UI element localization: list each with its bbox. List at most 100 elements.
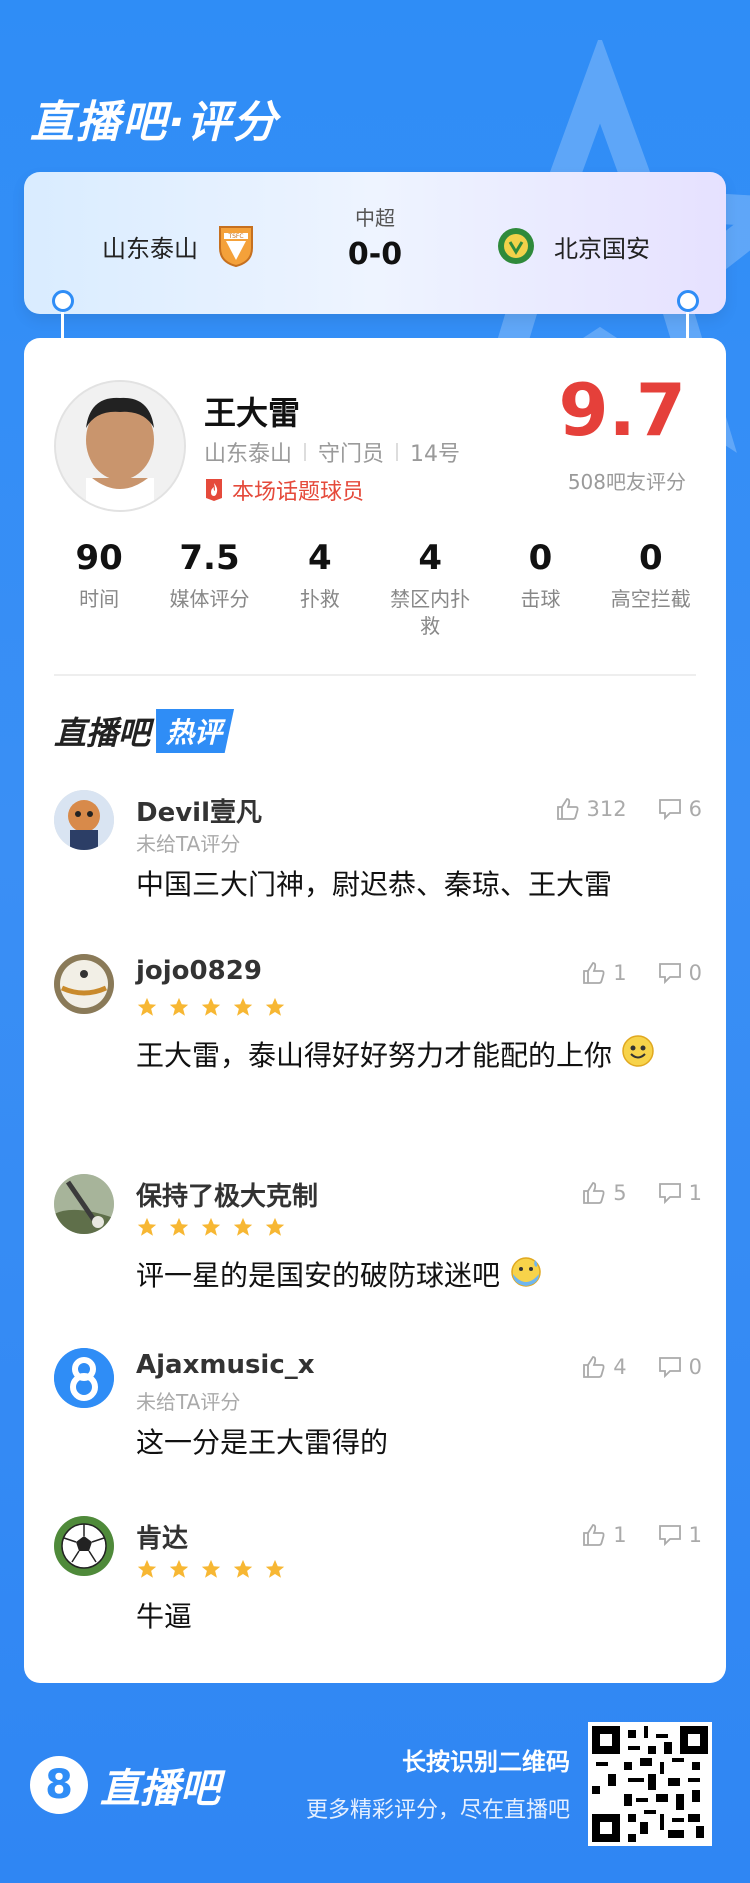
- rating-stars: [136, 996, 286, 1018]
- user-avatar[interactable]: [54, 954, 114, 1014]
- stat-saves: 4 扑救: [265, 538, 375, 640]
- connector-knob-right: [677, 290, 699, 312]
- comment-username[interactable]: Ajaxmusic_x: [136, 1350, 315, 1380]
- player-position: 守门员: [318, 442, 385, 467]
- hot-comments-title: 直播吧 热评: [54, 708, 235, 754]
- comment-username[interactable]: Devil壹凡: [136, 792, 262, 829]
- stat-value: 90: [75, 538, 123, 578]
- player-avatar[interactable]: [54, 380, 186, 512]
- star-icon: [233, 1559, 253, 1578]
- star-icon: [265, 1217, 285, 1236]
- star-icon: [169, 1217, 189, 1236]
- reply-count: 0: [688, 1355, 702, 1379]
- comment-text: 这一分是王大雷得的: [136, 1426, 389, 1459]
- score-area: 中超 0-0: [348, 202, 402, 272]
- star-icon: [201, 1559, 221, 1578]
- home-team[interactable]: 山东泰山 TSFC: [102, 224, 256, 268]
- user-avatar[interactable]: [54, 1174, 114, 1234]
- comment-item[interactable]: jojo0829 王大雷，泰山得好好努力才能配的上你 1 0: [54, 954, 702, 1134]
- stats-row: 90 时间 7.5 媒体评分 4 扑救 4 禁区内扑救 0 击球 0 高空拦截: [44, 538, 706, 640]
- reply-button[interactable]: 6: [657, 796, 702, 822]
- stat-punches: 0 击球: [485, 538, 595, 640]
- star-icon: [265, 1559, 285, 1578]
- stat-label: 扑救: [299, 587, 340, 611]
- player-team: 山东泰山: [204, 442, 293, 467]
- star-icon: [265, 997, 285, 1016]
- comment-icon: [658, 1183, 681, 1205]
- user-avatar[interactable]: [54, 1516, 114, 1576]
- like-button[interactable]: 4: [581, 1354, 627, 1380]
- comment-rating-status: 未给TA评分: [136, 1390, 241, 1414]
- thumbs-up-icon: [583, 1356, 605, 1378]
- comment-text: 王大雷，泰山得好好努力才能配的上你: [136, 1034, 696, 1080]
- reply-button[interactable]: 0: [657, 1354, 702, 1380]
- meta-divider: [396, 443, 399, 461]
- logo-mark-icon: 8: [30, 1756, 88, 1814]
- comment-text-content: 王大雷，泰山得好好努力才能配的上你: [136, 1039, 613, 1072]
- rating-stars: [136, 1216, 286, 1238]
- like-count: 1: [613, 961, 627, 985]
- user-avatar[interactable]: [54, 1348, 114, 1408]
- comment-item[interactable]: Devil壹凡 未给TA评分 中国三大门神，尉迟恭、秦琼、王大雷 312 6: [54, 790, 702, 930]
- app-logo[interactable]: 8 直播吧: [30, 1756, 220, 1814]
- section-divider: [54, 674, 696, 676]
- league-label: 中超: [354, 206, 395, 230]
- reply-count: 1: [688, 1523, 702, 1547]
- comment-actions: 4 0: [551, 1354, 702, 1380]
- player-rating: 9.7: [558, 368, 686, 452]
- sweat-emoji-icon: [509, 1254, 543, 1300]
- stat-value: 0: [528, 538, 553, 578]
- thumbs-up-icon: [583, 962, 605, 984]
- comment-username[interactable]: 保持了极大克制: [136, 1176, 318, 1213]
- footer: 8 直播吧 长按识别二维码 更多精彩评分，尽在直播吧: [0, 1700, 750, 1883]
- comment-username[interactable]: jojo0829: [136, 956, 262, 986]
- stat-value: 0: [638, 538, 663, 578]
- comment-username[interactable]: 肯达: [136, 1518, 188, 1555]
- comment-actions: 5 1: [551, 1180, 702, 1206]
- stat-label: 禁区内扑救: [390, 587, 471, 638]
- rating-card: 王大雷 山东泰山 守门员 14号 本场话题球员 9.7 508吧友评分 90 时间…: [24, 338, 726, 1683]
- thumbs-up-icon: [583, 1182, 605, 1204]
- qr-code[interactable]: [588, 1722, 712, 1846]
- reply-count: 0: [688, 961, 702, 985]
- comment-actions: 312 6: [525, 796, 702, 822]
- like-button[interactable]: 1: [581, 960, 627, 986]
- user-avatar[interactable]: [54, 790, 114, 850]
- comment-text: 评一星的是国安的破防球迷吧: [136, 1254, 696, 1300]
- reply-button[interactable]: 1: [657, 1522, 702, 1548]
- comment-actions: 1 0: [551, 960, 702, 986]
- like-button[interactable]: 1: [581, 1522, 627, 1548]
- thumbs-up-icon: [556, 798, 579, 820]
- logo-text: 直播吧: [100, 1766, 220, 1812]
- player-number: 14号: [410, 442, 461, 467]
- thumbs-up-icon: [583, 1524, 605, 1546]
- comment-item[interactable]: 肯达 牛逼 1 1: [54, 1516, 702, 1656]
- star-icon: [137, 1217, 157, 1236]
- comment-item[interactable]: 保持了极大克制 评一星的是国安的破防球迷吧 5 1: [54, 1174, 702, 1314]
- player-meta: 山东泰山 守门员 14号: [204, 436, 460, 468]
- rating-stars: [136, 1558, 286, 1580]
- stat-media-rating: 7.5 媒体评分: [154, 538, 264, 640]
- stat-high-claims: 0 高空拦截: [596, 538, 706, 640]
- comment-icon: [658, 1525, 681, 1547]
- stat-label: 击球: [520, 587, 561, 611]
- match-card[interactable]: 山东泰山 TSFC 中超 0-0 北京国安: [24, 172, 726, 314]
- stat-value: 7.5: [179, 538, 240, 578]
- like-count: 5: [613, 1181, 627, 1205]
- stat-value: 4: [307, 538, 332, 578]
- like-count: 1: [613, 1523, 627, 1547]
- like-button[interactable]: 5: [581, 1180, 627, 1206]
- qr-instruction: 长按识别二维码: [402, 1748, 570, 1776]
- like-button[interactable]: 312: [555, 796, 627, 822]
- star-icon: [169, 1559, 189, 1578]
- rating-count: 508吧友评分: [567, 470, 686, 494]
- star-icon: [233, 1217, 253, 1236]
- comment-actions: 1 1: [551, 1522, 702, 1548]
- reply-button[interactable]: 0: [657, 960, 702, 986]
- comment-rating-status: 未给TA评分: [136, 832, 241, 856]
- star-icon: [233, 997, 253, 1016]
- comment-item[interactable]: Ajaxmusic_x 未给TA评分 这一分是王大雷得的 4 0: [54, 1348, 702, 1478]
- reply-button[interactable]: 1: [657, 1180, 702, 1206]
- comment-text: 牛逼: [136, 1600, 193, 1633]
- away-team[interactable]: 北京国安: [496, 224, 650, 268]
